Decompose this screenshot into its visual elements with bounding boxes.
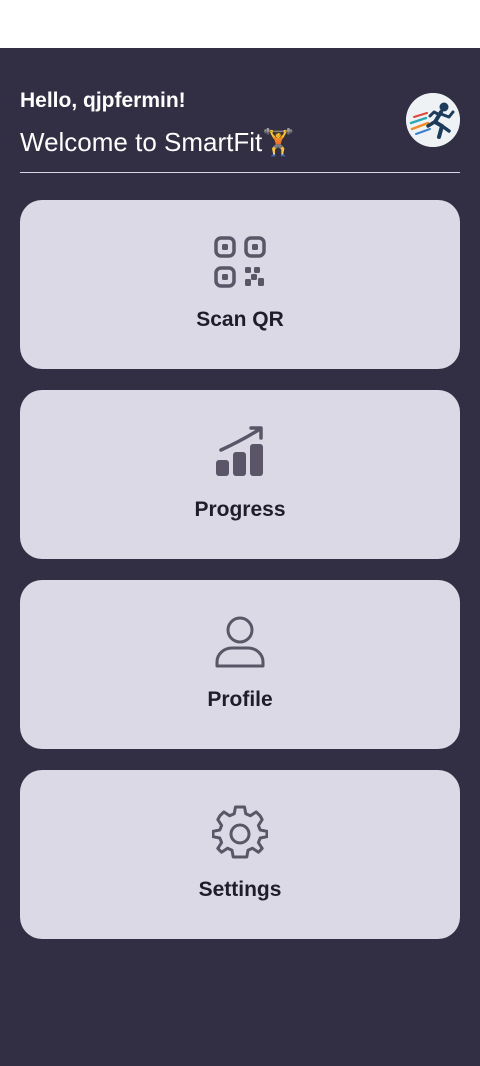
user-icon <box>215 616 265 668</box>
scan-qr-label: Scan QR <box>196 308 284 331</box>
profile-card[interactable]: Profile <box>20 580 460 749</box>
settings-label: Settings <box>198 878 282 901</box>
bar-chart-trend-icon <box>216 426 263 476</box>
settings-card[interactable]: Settings <box>20 770 460 939</box>
qr-code-icon <box>214 236 266 288</box>
gear-icon <box>212 805 268 859</box>
avatar[interactable] <box>406 93 460 147</box>
progress-label: Progress <box>194 498 286 521</box>
welcome-text: Welcome to SmartFit🏋️ <box>20 127 295 157</box>
home-screen: Hello, qjpfermin! Welcome to SmartFit🏋️ <box>0 48 480 1066</box>
runner-avatar-icon <box>406 93 460 147</box>
greeting-text: Hello, qjpfermin! <box>20 89 186 112</box>
profile-label: Profile <box>207 688 273 711</box>
progress-card[interactable]: Progress <box>20 390 460 559</box>
status-bar <box>0 0 480 48</box>
scan-qr-card[interactable]: Scan QR <box>20 200 460 369</box>
header-divider <box>20 172 460 173</box>
